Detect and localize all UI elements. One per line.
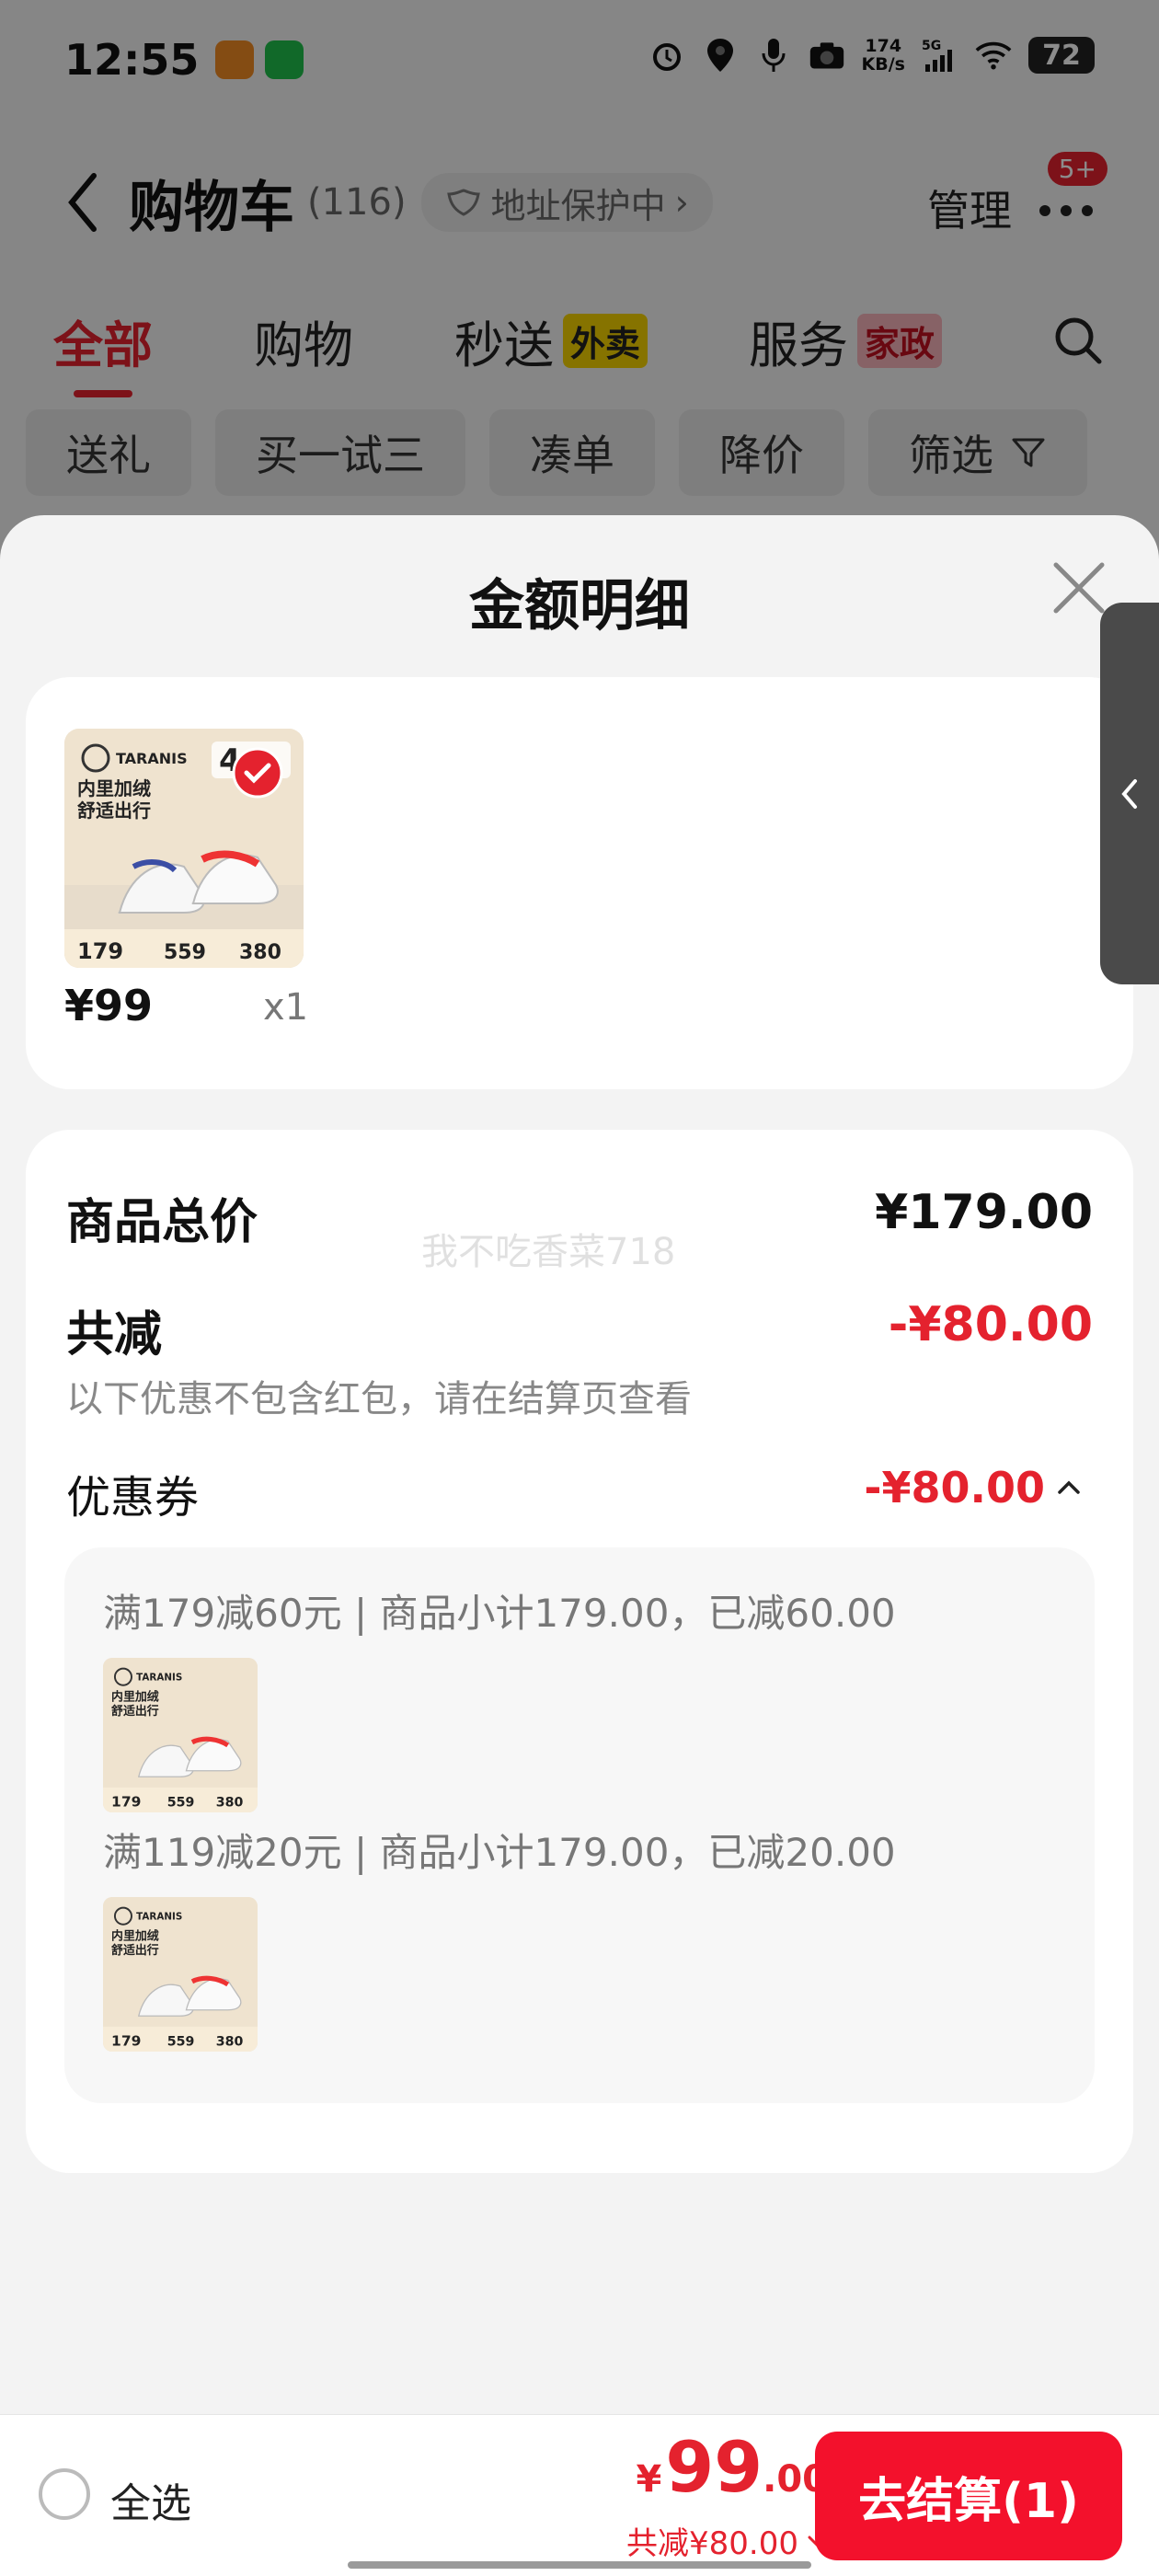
- item-price: ¥99: [64, 981, 154, 1030]
- sheet-title: 金额明细: [469, 574, 690, 638]
- checkout-bar: 全选 ¥99.00 共减¥80.00 去结算(1): [0, 2414, 1159, 2576]
- svg-text:380: 380: [216, 2035, 244, 2050]
- coupon-value: -¥80.00: [864, 1463, 1045, 1512]
- total-price-label: 商品总价: [66, 1195, 258, 1250]
- svg-text:179: 179: [111, 1794, 141, 1811]
- chevron-up-icon: [1058, 1480, 1080, 1494]
- side-drawer-handle[interactable]: [1100, 603, 1159, 984]
- coupon-rule-1: 满179减60元 | 商品小计179.00，已减60.00: [103, 1591, 896, 1636]
- user-watermark: 我不吃香菜718: [421, 1231, 676, 1273]
- select-all-checkbox[interactable]: [39, 2468, 90, 2520]
- total-saving: 共减¥80.00: [626, 2525, 798, 2562]
- select-all-label[interactable]: 全选: [110, 2470, 191, 2529]
- selected-check-icon: [232, 747, 283, 802]
- discount-value: -¥80.00: [888, 1297, 1093, 1352]
- home-indicator: [348, 2561, 811, 2569]
- coupon-rule-2: 满119减20元 | 商品小计179.00，已减20.00: [103, 1830, 896, 1875]
- svg-text:舒适出行: 舒适出行: [77, 799, 151, 822]
- coupon-label: 优惠券: [66, 1472, 200, 1524]
- selected-items-card: TARANIS 内里加绒 舒适出行 4 179 559 380 ¥99 x1: [26, 677, 1133, 1089]
- svg-text:559: 559: [167, 2035, 195, 2050]
- total-saving-toggle[interactable]: 共减¥80.00: [626, 2518, 828, 2563]
- svg-text:舒适出行: 舒适出行: [111, 1704, 159, 1719]
- svg-text:内里加绒: 内里加绒: [111, 1690, 159, 1705]
- coupon-details: 满179减60元 | 商品小计179.00，已减60.00 TARANIS 内里…: [64, 1547, 1095, 2103]
- svg-text:380: 380: [216, 1796, 244, 1811]
- svg-text:380: 380: [239, 941, 281, 964]
- svg-text:559: 559: [167, 1796, 195, 1811]
- discount-label: 共减: [66, 1307, 163, 1363]
- coupon-toggle[interactable]: -¥80.00: [864, 1463, 1082, 1512]
- total-price-value: ¥179.00: [875, 1185, 1093, 1240]
- discount-note: 以下优惠不包含红包，请在结算页查看: [66, 1378, 692, 1420]
- coupon-product-image-2: TARANIS 内里加绒 舒适出行 179 559 380: [103, 1897, 258, 2052]
- svg-text:179: 179: [77, 938, 123, 964]
- svg-text:内里加绒: 内里加绒: [77, 777, 151, 799]
- item-quantity: x1: [263, 986, 309, 1029]
- svg-text:内里加绒: 内里加绒: [111, 1929, 159, 1944]
- coupon-product-image-1: TARANIS 内里加绒 舒适出行 179 559 380: [103, 1658, 258, 1812]
- amount-detail-sheet: 金额明细 TARANIS 内里加绒 舒适出行 4 179 559 380 ¥99…: [0, 515, 1159, 2576]
- chevron-left-icon: [1121, 778, 1137, 809]
- product-image[interactable]: TARANIS 内里加绒 舒适出行 4 179 559 380: [64, 729, 304, 968]
- svg-text:179: 179: [111, 2033, 141, 2050]
- svg-text:TARANIS: TARANIS: [136, 1673, 182, 1684]
- svg-text:TARANIS: TARANIS: [116, 750, 188, 767]
- close-icon[interactable]: [1050, 559, 1107, 616]
- price-summary-card: 我不吃香菜718 商品总价 ¥179.00 共减 -¥80.00 以下优惠不包含…: [26, 1130, 1133, 2173]
- total-price: ¥99.00: [636, 2426, 828, 2508]
- svg-text:TARANIS: TARANIS: [136, 1912, 182, 1923]
- svg-text:559: 559: [164, 941, 206, 964]
- svg-text:舒适出行: 舒适出行: [111, 1943, 159, 1958]
- checkout-button[interactable]: 去结算(1): [815, 2432, 1122, 2560]
